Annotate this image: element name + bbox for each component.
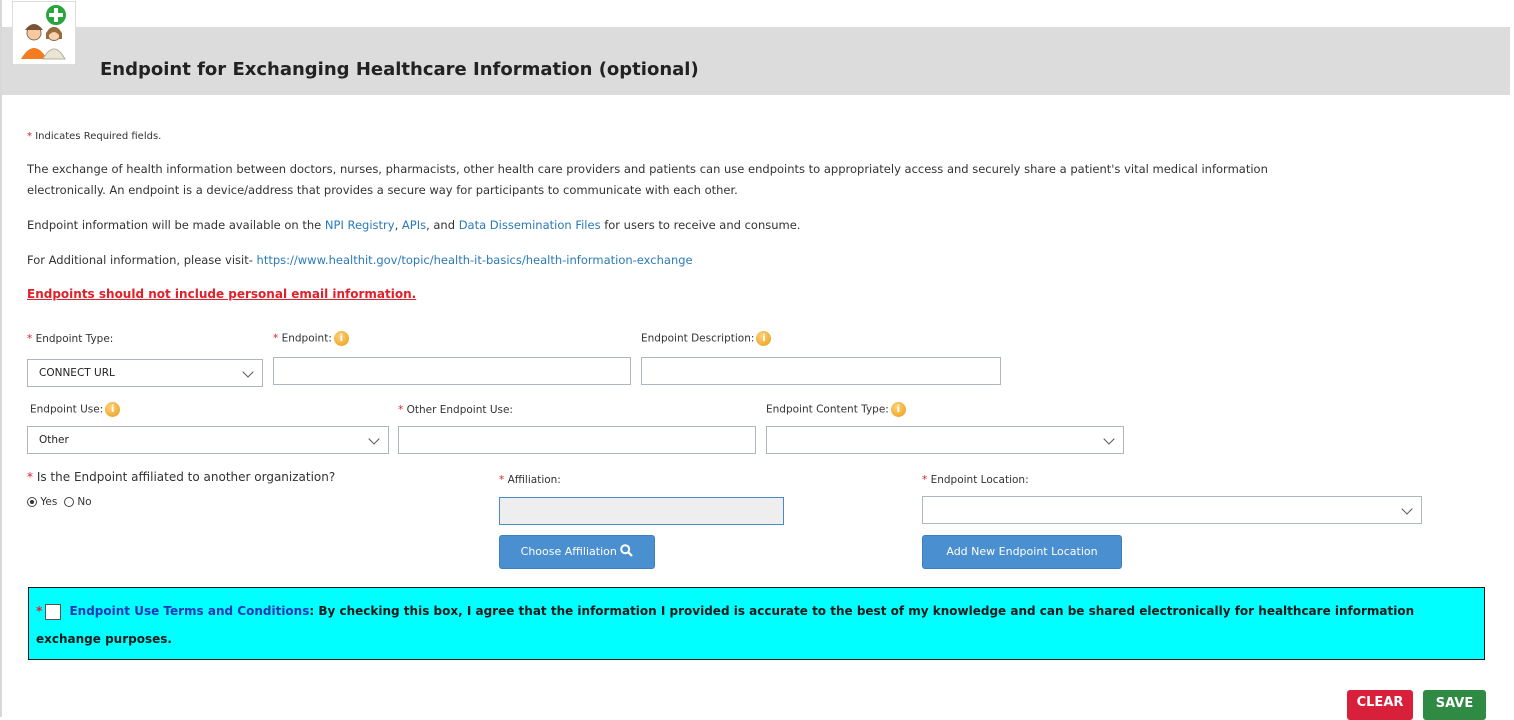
intro-line-1: The exchange of health information betwe… <box>27 162 1268 176</box>
endpoint-input[interactable] <box>273 357 631 385</box>
required-note: * Indicates Required fields. <box>27 131 161 142</box>
terms-box: * Endpoint Use Terms and Conditions: By … <box>28 587 1485 660</box>
info-icon[interactable]: i <box>756 331 772 346</box>
terms-checkbox[interactable] <box>45 603 62 620</box>
page-left-border <box>0 0 2 717</box>
p2-sep-2: , and <box>426 218 459 232</box>
intro-paragraph-3: For Additional information, please visit… <box>27 250 693 271</box>
endpoint-description-label: Endpoint Description: i <box>641 331 772 346</box>
terms-text: * Endpoint Use Terms and Conditions: By … <box>36 597 1466 653</box>
chevron-down-icon <box>1401 503 1413 515</box>
affiliation-input <box>499 497 784 525</box>
section-header: Endpoint for Exchanging Healthcare Infor… <box>2 1 1510 95</box>
data-dissemination-files-link[interactable]: Data Dissemination Files <box>459 218 601 232</box>
chevron-down-icon <box>242 366 254 378</box>
endpoint-label: * Endpoint: i <box>273 331 349 346</box>
endpoint-type-value: CONNECT URL <box>39 367 115 379</box>
info-icon[interactable]: i <box>890 402 906 417</box>
other-endpoint-use-label: * Other Endpoint Use: <box>398 404 513 416</box>
add-provider-logo-icon <box>12 1 76 65</box>
endpoint-use-select[interactable]: Other <box>27 426 389 454</box>
choose-affiliation-button[interactable]: Choose Affiliation <box>499 535 655 569</box>
endpoint-content-type-label: Endpoint Content Type: i <box>766 402 906 417</box>
magnifier-icon <box>620 544 634 557</box>
personal-email-warning: Endpoints should not include personal em… <box>27 287 417 301</box>
p3-prefix: For Additional information, please visit… <box>27 253 257 267</box>
required-asterisk: * <box>36 604 43 618</box>
intro-paragraph-2: Endpoint information will be made availa… <box>27 215 800 236</box>
intro-paragraph-1: The exchange of health information betwe… <box>27 159 1268 201</box>
p2-sep-1: , <box>394 218 402 232</box>
affiliation-label: * Affiliation: <box>499 474 561 486</box>
radio-yes-label: Yes <box>40 496 58 508</box>
info-icon[interactable]: i <box>105 402 121 417</box>
add-new-endpoint-location-button[interactable]: Add New Endpoint Location <box>922 535 1122 569</box>
endpoint-use-value: Other <box>39 434 69 446</box>
endpoint-use-label: Endpoint Use: i <box>30 402 121 417</box>
radio-no[interactable] <box>63 497 74 507</box>
endpoint-location-select[interactable] <box>922 496 1422 524</box>
other-endpoint-use-input[interactable] <box>398 426 756 454</box>
affiliated-question-label: * Is the Endpoint affiliated to another … <box>27 470 336 484</box>
endpoint-description-input[interactable] <box>641 357 1001 385</box>
chevron-down-icon <box>1103 433 1115 445</box>
page-title: Endpoint for Exchanging Healthcare Infor… <box>100 59 699 80</box>
required-note-text: Indicates Required fields. <box>35 131 162 142</box>
save-button[interactable]: SAVE <box>1423 690 1486 720</box>
endpoint-location-label: * Endpoint Location: <box>922 474 1029 486</box>
endpoint-type-select[interactable]: CONNECT URL <box>27 359 263 387</box>
radio-yes[interactable] <box>27 497 37 507</box>
required-asterisk: * <box>27 131 32 142</box>
apis-link[interactable]: APIs <box>402 218 426 232</box>
endpoint-type-label: * Endpoint Type: <box>27 333 114 345</box>
affiliated-radio-group: Yes No <box>27 496 92 508</box>
healthit-link[interactable]: https://www.healthit.gov/topic/health-it… <box>257 253 693 267</box>
p2-suffix: for users to receive and consume. <box>600 218 801 232</box>
clear-button[interactable]: CLEAR <box>1347 690 1413 720</box>
radio-no-label: No <box>77 496 92 508</box>
p2-prefix: Endpoint information will be made availa… <box>27 218 325 232</box>
intro-line-2: electronically. An endpoint is a device/… <box>27 183 738 197</box>
endpoint-content-type-select[interactable] <box>766 426 1124 454</box>
info-icon[interactable]: i <box>333 331 349 346</box>
chevron-down-icon <box>368 433 380 445</box>
choose-affiliation-label: Choose Affiliation <box>520 545 617 558</box>
terms-link[interactable]: Endpoint Use Terms and Conditions <box>69 604 309 618</box>
npi-registry-link[interactable]: NPI Registry <box>325 218 395 232</box>
